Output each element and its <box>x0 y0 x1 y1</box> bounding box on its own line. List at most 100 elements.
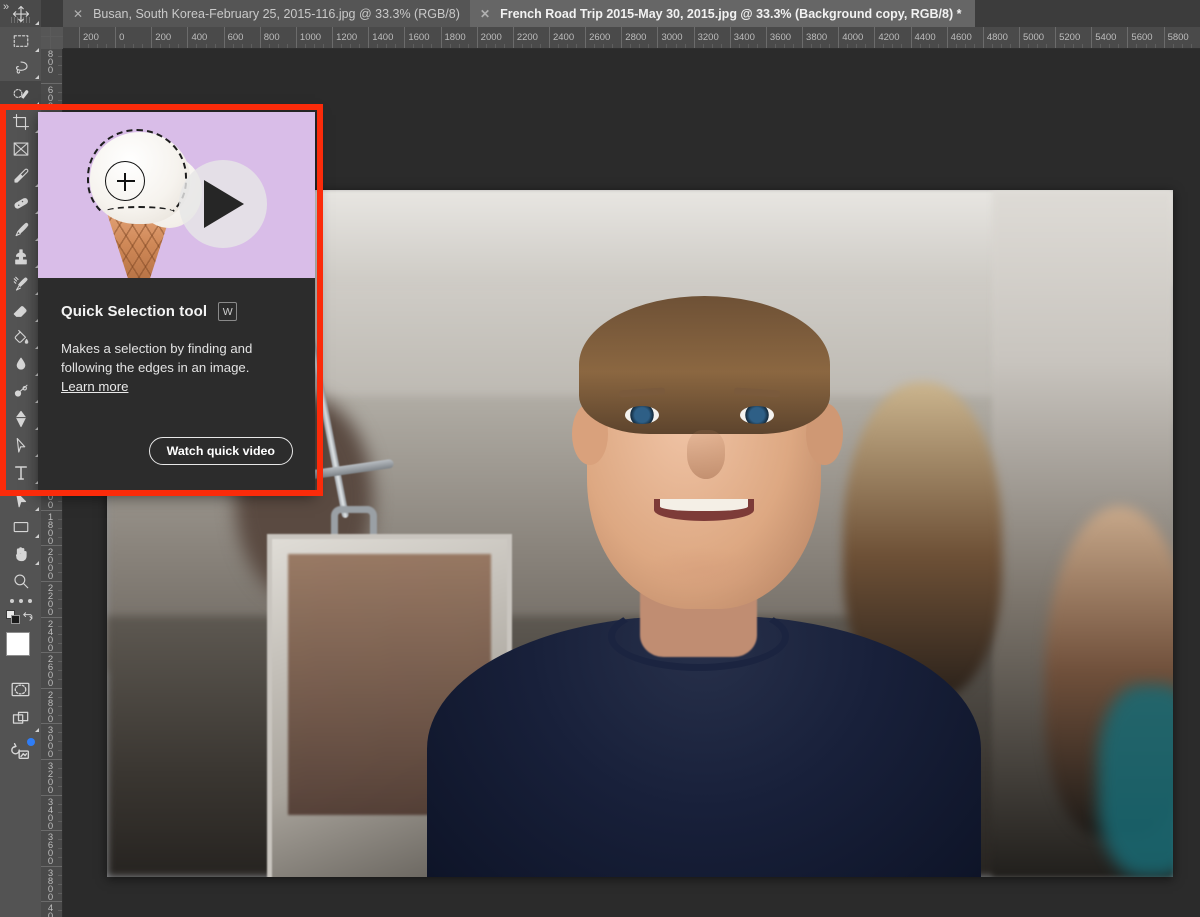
ruler-tick: 3400 <box>730 27 731 49</box>
brush-cursor-plus-icon <box>105 161 145 201</box>
share-image-button[interactable] <box>0 734 41 768</box>
keyboard-shortcut-badge: W <box>218 302 237 321</box>
screen-mode-button[interactable] <box>0 704 41 734</box>
tool-clone-stamp-tool[interactable] <box>0 243 41 270</box>
flyout-triangle-icon[interactable] <box>35 102 39 106</box>
ruler-tick: 1400 <box>368 27 369 49</box>
default-colors-icon[interactable] <box>6 610 20 624</box>
tool-lasso-tool[interactable] <box>0 54 41 81</box>
watch-quick-video-button[interactable]: Watch quick video <box>149 437 293 465</box>
ruler-tick: 1000 <box>296 27 297 49</box>
ruler-tick-label: 4600 <box>951 32 972 43</box>
play-icon[interactable] <box>204 180 244 228</box>
share-icon <box>10 740 32 762</box>
learn-more-link[interactable]: Learn more <box>61 379 128 394</box>
tool-eraser-tool[interactable] <box>0 297 41 324</box>
tool-rectangular-marquee-tool[interactable] <box>0 27 41 54</box>
flyout-triangle-icon[interactable] <box>35 21 39 25</box>
ruler-tick-label: 600 <box>46 87 55 111</box>
ellipsis-icon[interactable] <box>10 599 32 603</box>
flyout-triangle-icon[interactable] <box>35 507 39 511</box>
ruler-tick-label: 3800 <box>46 870 55 902</box>
tool-dodge-tool[interactable] <box>0 378 41 405</box>
ruler-tick-label: 5000 <box>1023 32 1044 43</box>
tool-brush-tool[interactable] <box>0 216 41 243</box>
ruler-tick-label: 1400 <box>372 32 393 43</box>
tooltip-body: Quick Selection tool W Makes a selection… <box>38 278 315 494</box>
ruler-tick: 4000 <box>838 27 839 49</box>
flyout-triangle-icon[interactable] <box>35 561 39 565</box>
tool-blur-tool[interactable] <box>0 351 41 378</box>
ruler-tick: 1800 <box>441 27 442 49</box>
horizontal-ruler[interactable]: 2000200400600800100012001400160018002000… <box>63 27 1200 49</box>
foreground-color-swatch[interactable] <box>6 632 30 656</box>
ruler-tick-label: 5600 <box>1131 32 1152 43</box>
tab-label: French Road Trip 2015-May 30, 2015.jpg @… <box>500 7 961 21</box>
ruler-tick: 200 <box>151 27 152 49</box>
ruler-tick-label: 1000 <box>300 32 321 43</box>
hand-icon <box>12 545 30 563</box>
color-swatches[interactable] <box>0 628 41 674</box>
tool-pen-tool[interactable] <box>0 405 41 432</box>
eraser-icon <box>12 302 30 320</box>
quick-mask-mode-button[interactable] <box>0 674 41 704</box>
flyout-triangle-icon[interactable] <box>35 534 39 538</box>
black-arrow-icon <box>12 491 30 509</box>
tool-move-tool[interactable] <box>0 0 41 27</box>
tool-zoom-tool[interactable] <box>0 567 41 594</box>
ruler-tick-label: 2800 <box>46 692 55 724</box>
tooltip-title: Quick Selection tool <box>61 303 207 320</box>
tool-quick-selection-tool[interactable] <box>0 81 41 108</box>
photoshop-window: ✕ Busan, South Korea-February 25, 2015-1… <box>0 0 1200 917</box>
tools-panel[interactable]: » <box>0 0 41 917</box>
tool-path-selection-tool[interactable] <box>0 432 41 459</box>
dodge-icon <box>12 383 30 401</box>
ruler-tick: 2600 <box>585 27 586 49</box>
close-icon[interactable]: ✕ <box>73 8 83 20</box>
quick-selection-demo-thumbnail[interactable] <box>38 112 315 278</box>
tools-list[interactable] <box>0 0 41 768</box>
tool-frame-tool[interactable] <box>0 135 41 162</box>
tool-spot-healing-brush-tool[interactable] <box>0 189 41 216</box>
ruler-tick: 0 <box>115 27 116 49</box>
flyout-triangle-icon[interactable] <box>35 728 39 732</box>
tool-tooltip-card[interactable]: Quick Selection tool W Makes a selection… <box>38 112 315 494</box>
ruler-tick-label: 400 <box>191 32 207 43</box>
ruler-tick: 2200 <box>513 27 514 49</box>
document-tab-busan[interactable]: ✕ Busan, South Korea-February 25, 2015-1… <box>63 0 474 27</box>
ruler-tick-label: 1200 <box>336 32 357 43</box>
tool-crop-tool[interactable] <box>0 108 41 135</box>
document-tab-french-road-trip[interactable]: ✕ French Road Trip 2015-May 30, 2015.jpg… <box>470 0 975 27</box>
ruler-tick: 4600 <box>947 27 948 49</box>
tool-history-brush-tool[interactable] <box>0 270 41 297</box>
tool-gradient-tool[interactable] <box>0 324 41 351</box>
ruler-tick-label: 5800 <box>1168 32 1189 43</box>
tool-hand-tool[interactable] <box>0 540 41 567</box>
flyout-triangle-icon[interactable] <box>35 48 39 52</box>
quick-mask-icon <box>10 679 31 700</box>
ruler-tick-label: 2400 <box>553 32 574 43</box>
ruler-tick-label: 0 <box>119 32 124 43</box>
type-icon <box>12 464 30 482</box>
swap-colors-icon[interactable] <box>20 609 35 629</box>
ruler-tick-label: 3200 <box>698 32 719 43</box>
ruler-tick-label: 3400 <box>734 32 755 43</box>
ruler-tick: 400 <box>187 27 188 49</box>
ruler-tick-label: 2800 <box>625 32 646 43</box>
ruler-tick: 800 <box>41 49 63 83</box>
ruler-tick: 3000 <box>657 27 658 49</box>
paint-bucket-icon <box>12 329 30 347</box>
lasso-icon <box>12 59 30 77</box>
clone-stamp-icon <box>12 248 30 266</box>
flyout-triangle-icon[interactable] <box>35 75 39 79</box>
ruler-tick: 3200 <box>694 27 695 49</box>
edit-toolbar-button[interactable] <box>0 594 41 608</box>
tool-direct-selection-tool[interactable] <box>0 486 41 513</box>
document-tab-bar: ✕ Busan, South Korea-February 25, 2015-1… <box>0 0 1200 27</box>
eyedropper-icon <box>12 167 30 185</box>
tool-eyedropper-tool[interactable] <box>0 162 41 189</box>
close-icon[interactable]: ✕ <box>480 8 490 20</box>
ruler-tick-label: 4000 <box>46 905 55 917</box>
tool-rectangle-tool[interactable] <box>0 513 41 540</box>
tool-horizontal-type-tool[interactable] <box>0 459 41 486</box>
